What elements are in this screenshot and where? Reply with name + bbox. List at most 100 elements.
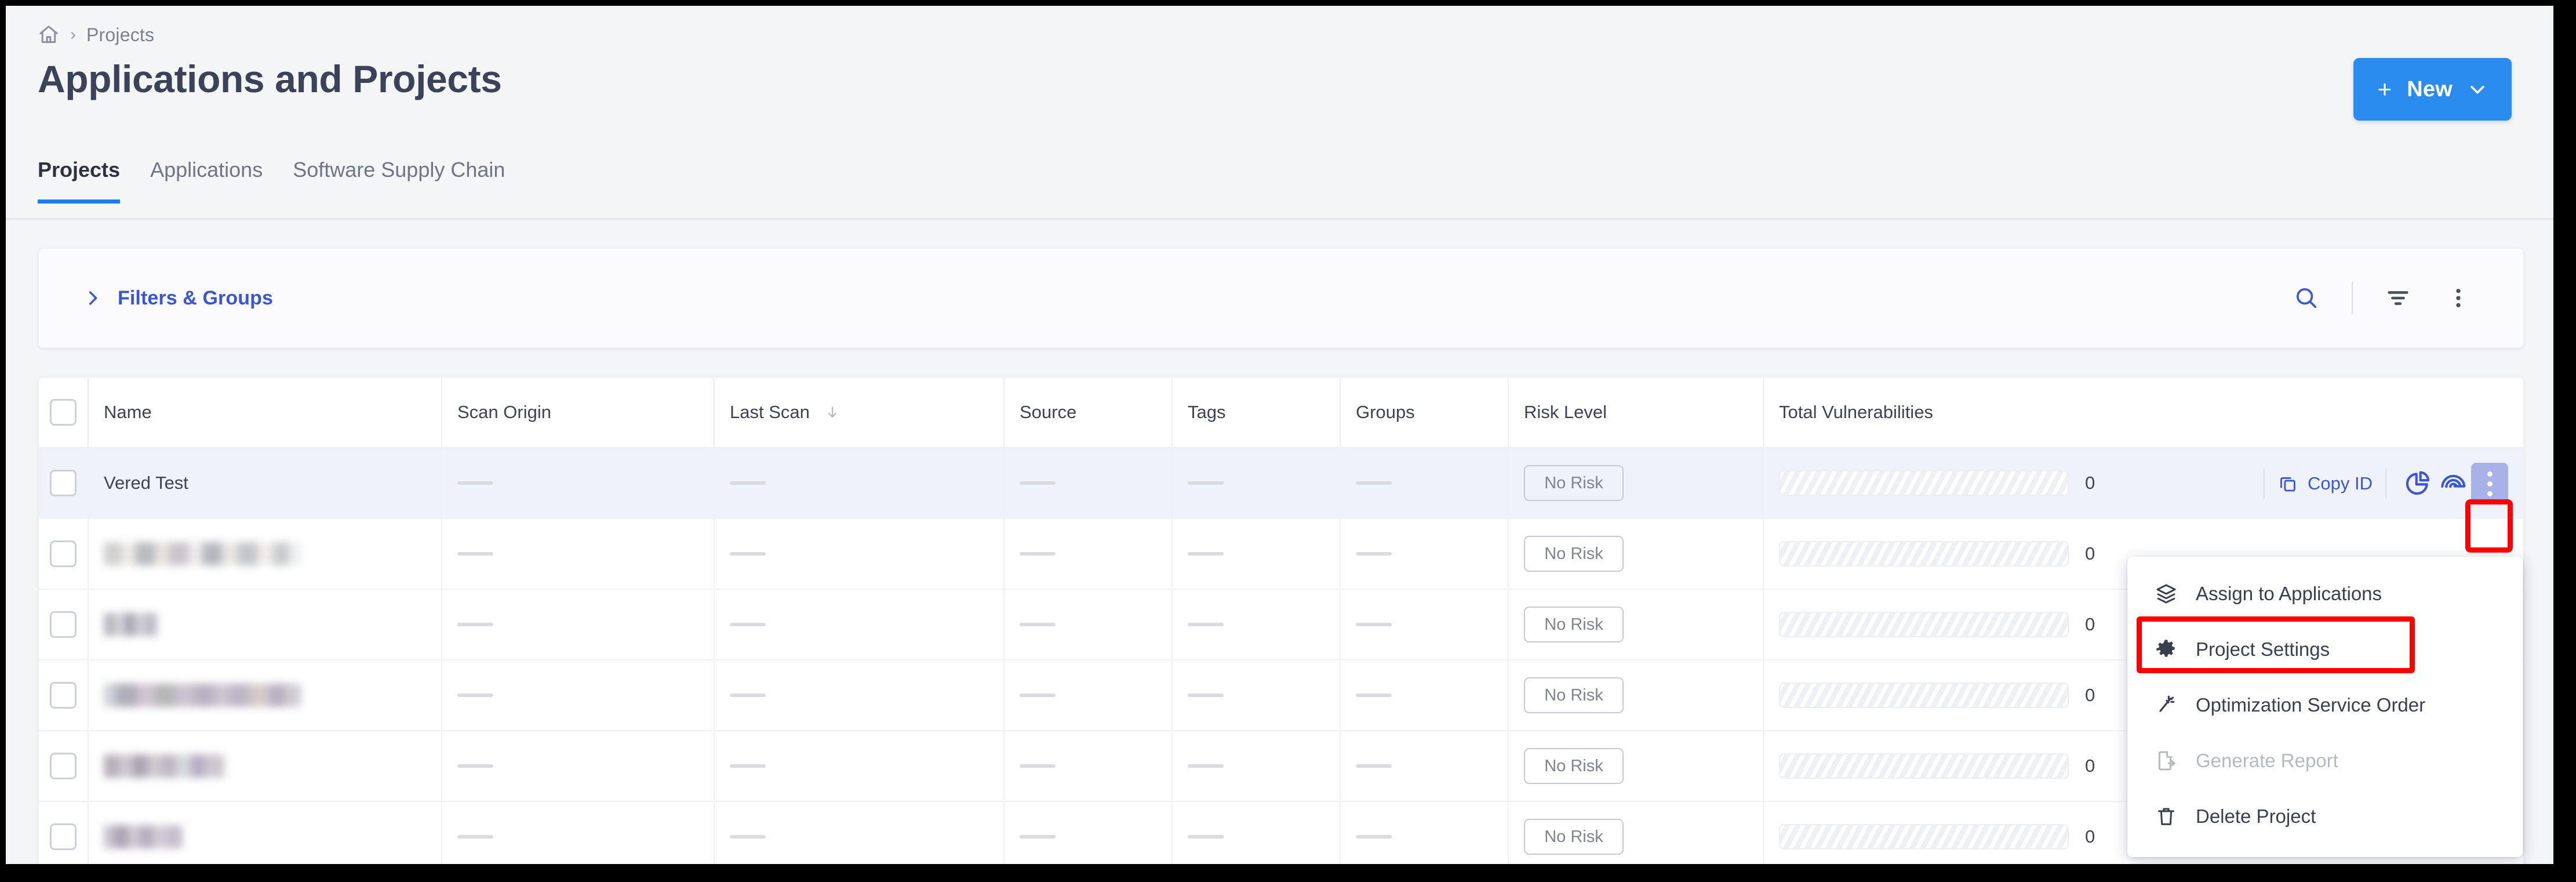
cell-tags	[1173, 731, 1341, 801]
empty-value-dash	[730, 481, 766, 485]
vulnerability-bar	[1779, 683, 2069, 708]
vulnerability-count: 0	[2085, 543, 2095, 564]
cell-tags	[1173, 590, 1341, 659]
empty-value-dash	[1020, 694, 1056, 697]
row-checkbox[interactable]	[50, 540, 77, 567]
menu-item-label: Generate Report	[2196, 750, 2338, 771]
empty-value-dash	[1356, 835, 1392, 839]
filters-toolbar	[2276, 268, 2488, 328]
vulnerability-count: 0	[2085, 473, 2095, 493]
empty-value-dash	[1188, 623, 1224, 626]
empty-value-dash	[1188, 694, 1224, 697]
empty-value-dash	[457, 764, 493, 768]
tab-bar: Projects Applications Software Supply Ch…	[38, 158, 535, 204]
empty-value-dash	[1020, 552, 1056, 556]
row-select-cell	[39, 802, 89, 864]
cell-source	[1005, 519, 1173, 589]
vulnerability-count: 0	[2085, 685, 2095, 705]
row-checkbox[interactable]	[50, 470, 77, 496]
cell-scan-origin	[442, 802, 715, 864]
cell-groups	[1341, 519, 1509, 589]
empty-value-dash	[730, 552, 766, 556]
cell-scan-origin	[442, 731, 715, 801]
cell-risk-level: No Risk	[1509, 802, 1764, 864]
vulnerability-bar	[1779, 470, 2069, 496]
new-button-label: New	[2407, 77, 2453, 101]
column-header-groups[interactable]: Groups	[1341, 378, 1509, 448]
empty-value-dash	[730, 764, 766, 768]
export-file-icon	[2154, 749, 2178, 773]
empty-value-dash	[730, 835, 766, 839]
menu-item-optimization-service-order[interactable]: Optimization Service Order	[2127, 677, 2523, 733]
actions-divider	[2264, 469, 2265, 499]
empty-value-dash	[457, 623, 493, 626]
column-header-name[interactable]: Name	[89, 378, 442, 448]
more-vertical-icon[interactable]	[2428, 268, 2488, 328]
row-checkbox[interactable]	[50, 682, 77, 709]
menu-item-assign-to-applications[interactable]: Assign to Applications	[2127, 566, 2523, 622]
cell-name	[89, 802, 442, 864]
empty-value-dash	[1188, 835, 1224, 839]
cell-name	[89, 519, 442, 589]
redacted-project-name	[104, 542, 301, 565]
row-checkbox[interactable]	[50, 753, 77, 779]
fingerprint-icon[interactable]	[2435, 466, 2471, 502]
column-header-risk-level[interactable]: Risk Level	[1509, 378, 1764, 448]
cell-groups	[1341, 802, 1509, 864]
table-row[interactable]: Vered Test No Risk 0 Copy ID	[39, 448, 2523, 519]
column-header-total-vulnerabilities[interactable]: Total Vulnerabilities	[1764, 378, 2523, 448]
row-kebab-button[interactable]	[2471, 463, 2508, 504]
empty-value-dash	[1020, 835, 1056, 839]
empty-value-dash	[1356, 481, 1392, 485]
new-button[interactable]: + New	[2353, 58, 2512, 121]
filters-and-groups-card: Filters & Groups	[38, 248, 2524, 348]
empty-value-dash	[1188, 764, 1224, 768]
search-icon[interactable]	[2276, 268, 2337, 328]
empty-value-dash	[1020, 764, 1056, 768]
cell-risk-level: No Risk	[1509, 448, 1764, 518]
menu-item-project-settings[interactable]: Project Settings	[2127, 622, 2523, 677]
cell-tags	[1173, 802, 1341, 864]
column-header-tags[interactable]: Tags	[1173, 378, 1341, 448]
pie-chart-icon[interactable]	[2399, 466, 2435, 502]
row-checkbox[interactable]	[50, 823, 77, 850]
empty-value-dash	[1356, 623, 1392, 626]
vulnerability-bar	[1779, 753, 2069, 779]
cell-last-scan	[715, 590, 1005, 659]
cell-groups	[1341, 448, 1509, 518]
cell-source	[1005, 802, 1173, 864]
tab-applications[interactable]: Applications	[150, 158, 263, 204]
copy-id-button[interactable]: Copy ID	[2277, 473, 2373, 494]
select-all-checkbox[interactable]	[50, 399, 77, 426]
home-icon[interactable]	[38, 24, 60, 46]
arrow-down-icon	[810, 402, 840, 422]
chevron-down-icon	[2468, 79, 2487, 99]
column-header-last-scan-label: Last Scan	[730, 402, 810, 422]
row-select-cell	[39, 519, 89, 589]
empty-value-dash	[457, 835, 493, 839]
empty-value-dash	[1188, 552, 1224, 556]
row-checkbox[interactable]	[50, 611, 77, 638]
row-context-menu: Assign to Applications Project Settings …	[2127, 557, 2523, 857]
breadcrumb-current[interactable]: Projects	[86, 24, 154, 46]
vulnerability-bar	[1779, 612, 2069, 637]
tab-software-supply-chain[interactable]: Software Supply Chain	[293, 158, 505, 204]
menu-item-label: Assign to Applications	[2196, 583, 2382, 604]
column-header-last-scan[interactable]: Last Scan	[715, 378, 1005, 448]
vulnerability-count: 0	[2085, 614, 2095, 634]
cell-scan-origin	[442, 519, 715, 589]
column-header-scan-origin[interactable]: Scan Origin	[442, 378, 715, 448]
filter-icon[interactable]	[2368, 268, 2428, 328]
cell-groups	[1341, 660, 1509, 730]
menu-item-label: Optimization Service Order	[2196, 694, 2426, 716]
copy-icon	[2277, 473, 2298, 494]
select-all-cell	[39, 378, 89, 448]
menu-item-delete-project[interactable]: Delete Project	[2127, 789, 2523, 844]
cell-scan-origin	[442, 448, 715, 518]
cell-risk-level: No Risk	[1509, 660, 1764, 730]
filters-and-groups-toggle[interactable]: Filters & Groups	[83, 287, 273, 310]
status-badge: No Risk	[1524, 677, 1624, 713]
tab-projects[interactable]: Projects	[38, 158, 121, 204]
empty-value-dash	[1356, 694, 1392, 697]
column-header-source[interactable]: Source	[1005, 378, 1173, 448]
